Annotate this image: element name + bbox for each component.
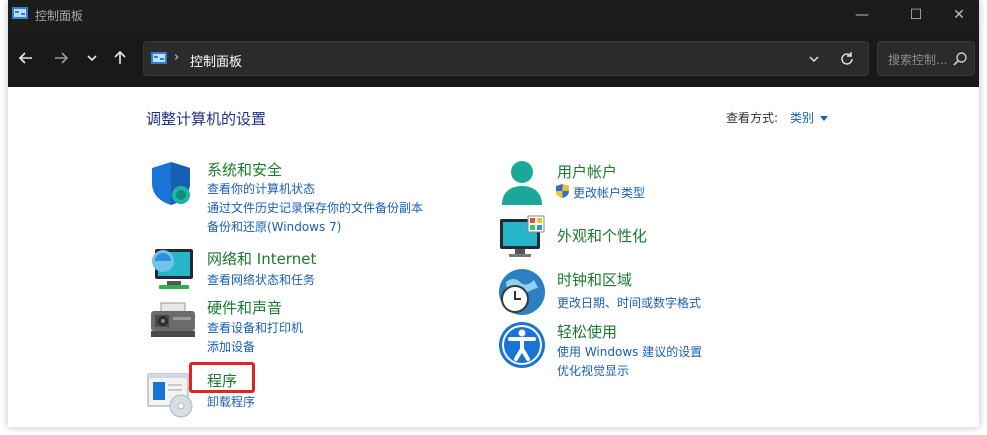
link-network-status[interactable]: 查看网络状态和任务 — [207, 271, 315, 288]
content-area: 调整计算机的设置 查看方式: 类别 系统和安全 查看你的计算机状态 通过文件历史记… — [8, 87, 979, 427]
user-icon[interactable] — [498, 159, 546, 207]
breadcrumb[interactable]: 控制面板 — [190, 51, 242, 70]
title-bar: 控制面板 — ☐ ✕ — [8, 0, 979, 30]
breadcrumb-separator[interactable]: › — [174, 50, 179, 65]
search-icon[interactable] — [952, 51, 968, 67]
programs-disc-icon[interactable] — [147, 370, 195, 418]
close-button[interactable]: ✕ — [939, 0, 979, 30]
search-box[interactable] — [877, 41, 975, 76]
link-backup-restore[interactable]: 备份和还原(Windows 7) — [207, 218, 341, 235]
shield-icon[interactable] — [149, 159, 197, 207]
address-bar[interactable]: › 控制面板 — [143, 41, 869, 76]
accessibility-icon[interactable] — [498, 321, 546, 369]
category-title[interactable]: 用户帐户 — [557, 161, 617, 182]
highlight-box — [189, 362, 255, 393]
network-globe-icon[interactable] — [149, 245, 197, 293]
clock-globe-icon[interactable] — [498, 268, 546, 316]
caret-down-icon[interactable] — [820, 116, 829, 121]
view-by-label: 查看方式: — [726, 111, 779, 125]
recent-locations-button[interactable] — [80, 46, 104, 70]
control-panel-icon — [12, 7, 28, 19]
arrow-up-icon — [114, 50, 126, 64]
link-uninstall-program[interactable]: 卸载程序 — [207, 393, 255, 410]
view-by-dropdown[interactable]: 类别 — [790, 111, 814, 125]
category-title[interactable]: 外观和个性化 — [557, 225, 647, 246]
minimize-button[interactable]: — — [839, 0, 885, 30]
link-devices-printers[interactable]: 查看设备和打印机 — [207, 319, 303, 336]
view-by: 查看方式: 类别 — [726, 109, 829, 126]
chevron-down-icon — [87, 55, 97, 62]
chevron-down-icon[interactable] — [806, 51, 822, 67]
arrow-left-icon — [18, 52, 32, 64]
window-title: 控制面板 — [35, 9, 84, 23]
back-button[interactable] — [14, 46, 38, 70]
search-input[interactable] — [886, 49, 952, 71]
maximize-button[interactable]: ☐ — [893, 0, 939, 30]
up-button[interactable] — [108, 46, 132, 70]
control-panel-icon — [151, 52, 167, 64]
link-add-device[interactable]: 添加设备 — [207, 338, 255, 355]
category-title[interactable]: 硬件和声音 — [207, 297, 282, 318]
navigation-bar: › 控制面板 — [8, 30, 979, 87]
appearance-monitor-icon[interactable] — [498, 213, 546, 261]
arrow-right-icon — [55, 52, 69, 64]
category-title[interactable]: 时钟和区域 — [557, 269, 632, 290]
link-optimize-visual-display[interactable]: 优化视觉显示 — [557, 362, 629, 379]
category-title[interactable]: 轻松使用 — [557, 321, 617, 342]
printer-icon[interactable] — [149, 297, 197, 345]
category-title[interactable]: 网络和 Internet — [207, 248, 316, 269]
link-change-account-type[interactable]: 更改帐户类型 — [573, 184, 645, 201]
uac-shield-icon — [556, 184, 569, 198]
refresh-icon[interactable] — [838, 50, 856, 68]
page-title: 调整计算机的设置 — [146, 110, 267, 128]
control-panel-window: 控制面板 — ☐ ✕ › 控制面板 搜索控制... 调整计算机的设置 查看方式:… — [8, 0, 979, 427]
category-title[interactable]: 系统和安全 — [207, 159, 282, 180]
forward-button[interactable] — [49, 46, 73, 70]
link-change-date-time-format[interactable]: 更改日期、时间或数字格式 — [557, 294, 701, 311]
link-file-history[interactable]: 通过文件历史记录保存你的文件备份副本 — [207, 199, 423, 216]
link-view-computer-status[interactable]: 查看你的计算机状态 — [207, 180, 315, 197]
link-recommended-settings[interactable]: 使用 Windows 建议的设置 — [557, 343, 702, 360]
